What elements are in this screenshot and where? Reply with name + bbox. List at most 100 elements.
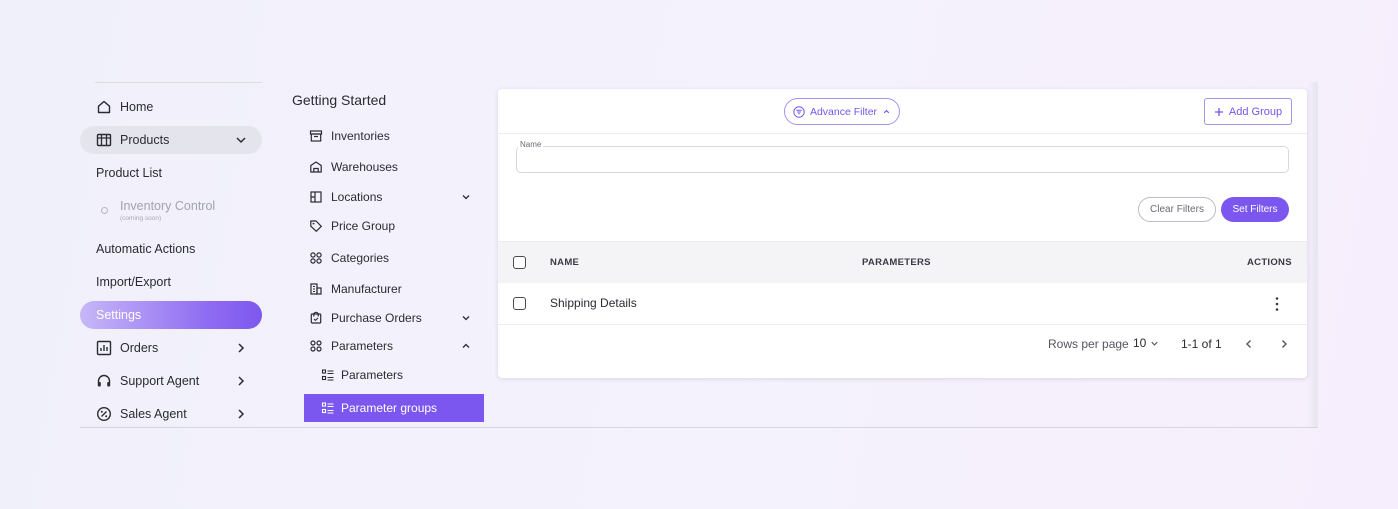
chart-icon xyxy=(96,340,112,356)
nav-sales-agent[interactable]: Sales Agent xyxy=(80,400,262,428)
menu-categories[interactable]: Categories xyxy=(304,245,488,271)
clear-filters-button[interactable]: Clear Filters xyxy=(1138,197,1216,222)
menu-warehouses-label: Warehouses xyxy=(331,160,398,174)
archive-icon xyxy=(309,129,323,143)
table-row[interactable]: Shipping Details xyxy=(498,283,1307,325)
nav-settings-label: Settings xyxy=(96,308,142,322)
rows-per-page-label: Rows per page xyxy=(1048,337,1129,351)
nav-inventory-control-label: Inventory Control xyxy=(120,199,216,213)
next-page-icon[interactable] xyxy=(1277,337,1291,351)
menu-parameters-child[interactable]: Parameters xyxy=(304,362,488,388)
map-icon xyxy=(309,190,323,204)
menu-warehouses[interactable]: Warehouses xyxy=(304,154,488,180)
nav-automatic-actions-label: Automatic Actions xyxy=(96,242,196,256)
row-checkbox[interactable] xyxy=(513,297,526,310)
settings-menu: Getting Started Inventories Warehouses L… xyxy=(284,82,488,428)
advance-filter-label: Advance Filter xyxy=(809,105,878,118)
menu-categories-label: Categories xyxy=(331,251,390,265)
menu-manufacturer[interactable]: Manufacturer xyxy=(304,276,488,302)
nav-support-agent-label: Support Agent xyxy=(120,374,200,388)
categories-icon xyxy=(309,251,323,265)
menu-manufacturer-label: Manufacturer xyxy=(331,282,402,296)
app-frame: Home Products Product List Inventory Con… xyxy=(80,82,1318,428)
nav-orders-label: Orders xyxy=(120,341,159,355)
bag-icon xyxy=(309,311,323,325)
parameters-icon xyxy=(309,339,323,353)
nav-product-list-label: Product List xyxy=(96,166,163,180)
divider xyxy=(95,82,262,83)
table-header: NAME PARAMETERS ACTIONS xyxy=(498,241,1307,283)
nav-import-export[interactable]: Import/Export xyxy=(80,268,262,296)
chevron-right-icon xyxy=(234,341,248,355)
row-name: Shipping Details xyxy=(550,296,637,310)
panel-shadow xyxy=(1307,82,1318,428)
chevron-right-icon xyxy=(234,407,248,421)
warehouse-icon xyxy=(309,160,323,174)
chevron-down-icon xyxy=(460,312,472,324)
menu-price-group-label: Price Group xyxy=(331,219,396,233)
chevron-right-icon xyxy=(234,374,248,388)
add-group-label: Add Group xyxy=(1228,105,1283,118)
list-icon xyxy=(321,368,335,382)
chevron-down-icon xyxy=(234,133,248,147)
menu-inventories-label: Inventories xyxy=(331,129,390,143)
menu-locations[interactable]: Locations xyxy=(304,184,488,210)
name-filter-input[interactable] xyxy=(517,147,1288,172)
column-header-name[interactable]: NAME xyxy=(550,257,579,268)
menu-parameters-child-label: Parameters xyxy=(341,368,404,382)
advance-filter-button[interactable]: Advance Filter xyxy=(784,98,900,125)
headset-icon xyxy=(96,373,112,389)
previous-page-icon[interactable] xyxy=(1242,337,1256,351)
discount-icon xyxy=(96,406,112,422)
select-all-checkbox[interactable] xyxy=(513,256,526,269)
chevron-up-icon xyxy=(882,107,891,116)
column-header-parameters[interactable]: PARAMETERS xyxy=(862,257,931,268)
rows-per-page-value: 10 xyxy=(1133,336,1147,350)
nav-support-agent[interactable]: Support Agent xyxy=(80,367,262,395)
nav-settings[interactable]: Settings xyxy=(80,301,262,329)
add-group-button[interactable]: Add Group xyxy=(1204,98,1292,125)
main-sidebar: Home Products Product List Inventory Con… xyxy=(80,82,262,428)
nav-automatic-actions[interactable]: Automatic Actions xyxy=(80,235,262,263)
pagination: Rows per page 10 1-1 of 1 xyxy=(498,325,1307,365)
name-filter-field[interactable] xyxy=(516,146,1289,173)
nav-products-label: Products xyxy=(120,133,170,147)
building-icon xyxy=(309,282,323,296)
chevron-down-icon xyxy=(1149,338,1160,349)
nav-home[interactable]: Home xyxy=(80,93,262,121)
nav-inventory-control: Inventory Control (coming soon) xyxy=(80,195,262,229)
list-icon xyxy=(321,401,335,415)
nav-sales-agent-label: Sales Agent xyxy=(120,407,187,421)
menu-parameter-groups-label: Parameter groups xyxy=(341,401,438,415)
rows-per-page-select[interactable]: 10 xyxy=(1133,336,1160,350)
nav-import-export-label: Import/Export xyxy=(96,275,172,289)
home-icon xyxy=(96,99,112,115)
menu-purchase-orders[interactable]: Purchase Orders xyxy=(304,305,488,331)
menu-locations-label: Locations xyxy=(331,190,383,204)
nav-home-label: Home xyxy=(120,100,154,114)
products-icon xyxy=(96,132,112,148)
more-actions-icon[interactable] xyxy=(1271,295,1283,313)
menu-parameters[interactable]: Parameters xyxy=(304,333,488,359)
plus-icon xyxy=(1214,107,1224,117)
nav-product-list[interactable]: Product List xyxy=(80,159,262,187)
menu-price-group[interactable]: Price Group xyxy=(304,213,488,239)
tag-icon xyxy=(309,219,323,233)
nav-products[interactable]: Products xyxy=(80,126,262,154)
parameter-groups-card: Advance Filter Add Group Name Clear Filt… xyxy=(498,89,1307,378)
coming-soon-note: (coming soon) xyxy=(120,215,162,222)
settings-menu-title: Getting Started xyxy=(292,92,387,108)
chevron-up-icon xyxy=(460,340,472,352)
set-filters-button[interactable]: Set Filters xyxy=(1221,197,1289,222)
name-filter-label: Name xyxy=(518,140,544,149)
menu-inventories[interactable]: Inventories xyxy=(304,123,488,149)
page-range: 1-1 of 1 xyxy=(1181,337,1222,351)
column-header-actions: ACTIONS xyxy=(1247,257,1292,268)
chevron-down-icon xyxy=(460,191,472,203)
menu-parameter-groups[interactable]: Parameter groups xyxy=(304,394,484,422)
filter-icon xyxy=(793,105,805,118)
menu-parameters-label: Parameters xyxy=(331,339,394,353)
menu-purchase-orders-label: Purchase Orders xyxy=(331,311,422,325)
nav-orders[interactable]: Orders xyxy=(80,334,262,362)
divider xyxy=(80,427,1318,428)
